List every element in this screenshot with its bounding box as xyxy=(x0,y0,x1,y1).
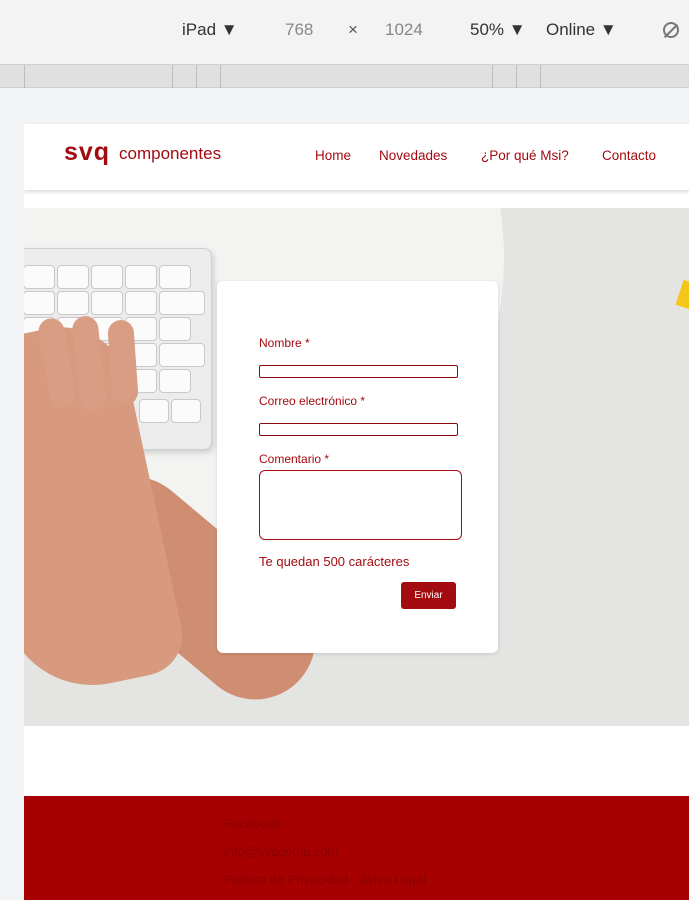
zoom-select[interactable]: 50% ▼ xyxy=(470,20,526,40)
viewport-height-field[interactable]: 1024 xyxy=(385,20,423,40)
device-select[interactable]: iPad ▼ xyxy=(182,20,238,40)
viewport-width-field[interactable]: 768 xyxy=(285,20,313,40)
nav-link-por-que-msi[interactable]: ¿Por qué Msi? xyxy=(481,148,569,163)
network-throttle-select[interactable]: Online ▼ xyxy=(546,20,617,40)
rotate-icon[interactable] xyxy=(663,22,679,38)
site-navbar: svq componentes Home Novedades ¿Por qué … xyxy=(24,124,689,190)
dimension-separator: × xyxy=(348,20,358,39)
footer-link-legal[interactable]: Politica de Privacidad · Aviso Legal xyxy=(224,872,426,887)
nav-link-novedades[interactable]: Novedades xyxy=(379,148,447,163)
devtools-gutter xyxy=(0,88,24,900)
footer-link-facebook[interactable]: Facebook xyxy=(224,816,281,831)
comment-label: Comentario * xyxy=(259,452,330,466)
logo-mark[interactable]: svq xyxy=(64,138,110,167)
comment-textarea[interactable] xyxy=(259,470,462,540)
email-input[interactable] xyxy=(259,423,458,436)
chars-remaining-text: Te quedan 500 carácteres xyxy=(259,554,410,569)
logo-text[interactable]: componentes xyxy=(119,144,221,164)
name-input[interactable] xyxy=(259,365,458,378)
contact-form-card: Nombre * Correo electrónico * Comentario… xyxy=(217,281,498,653)
nav-link-home[interactable]: Home xyxy=(315,148,351,163)
sticky-note-image xyxy=(675,279,689,313)
devtools-device-toolbar: iPad ▼ 768 × 1024 50% ▼ Online ▼ xyxy=(0,0,689,64)
submit-button[interactable]: Enviar xyxy=(401,582,456,609)
footer-link-email[interactable]: info@svqcomp.com xyxy=(224,844,338,859)
name-label: Nombre * xyxy=(259,336,310,350)
page-top-gap xyxy=(24,88,689,124)
site-footer: Facebook info@svqcomp.com Politica de Pr… xyxy=(24,796,689,900)
nav-link-contacto[interactable]: Contacto xyxy=(602,148,656,163)
page-viewport: svq componentes Home Novedades ¿Por qué … xyxy=(24,88,689,900)
email-label: Correo electrónico * xyxy=(259,394,366,408)
media-query-ruler[interactable] xyxy=(0,64,689,89)
